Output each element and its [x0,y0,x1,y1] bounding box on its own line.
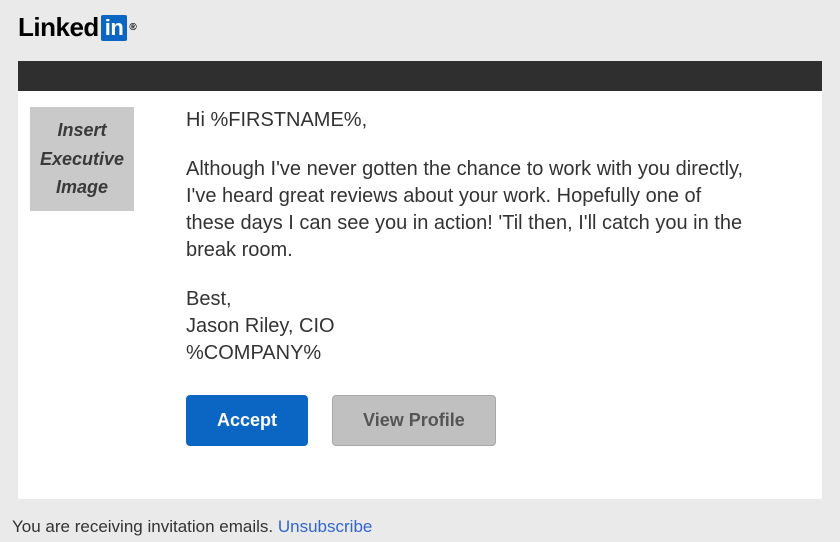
message-content: Hi %FIRSTNAME%, Although I've never gott… [134,107,754,446]
logo-text-linked: Linked [18,12,99,43]
avatar-line3: Image [56,173,108,202]
footer: You are receiving invitation emails. Uns… [0,499,840,537]
sender-company: %COMPANY% [186,342,321,364]
footer-text: You are receiving invitation emails. [12,517,278,536]
greeting-text: Hi %FIRSTNAME%, [186,107,754,134]
linkedin-logo: Linkedin® [18,12,136,43]
header: Linkedin® [0,0,840,61]
dark-header-bar [18,61,822,91]
logo-registered: ® [129,22,136,33]
accept-button[interactable]: Accept [186,395,308,446]
avatar-line1: Insert [57,116,106,145]
unsubscribe-link[interactable]: Unsubscribe [278,517,373,536]
signoff: Best, [186,288,232,310]
logo-text-in: in [101,15,128,41]
sender-avatar-placeholder: Insert Executive Image [30,107,134,211]
invitation-card: Insert Executive Image Hi %FIRSTNAME%, A… [18,91,822,499]
action-buttons: Accept View Profile [186,395,754,446]
body-text: Although I've never gotten the chance to… [186,156,754,264]
signature: Best, Jason Riley, CIO %COMPANY% [186,286,754,367]
avatar-line2: Executive [40,145,124,174]
sender-name: Jason Riley, CIO [186,315,335,337]
view-profile-button[interactable]: View Profile [332,395,496,446]
